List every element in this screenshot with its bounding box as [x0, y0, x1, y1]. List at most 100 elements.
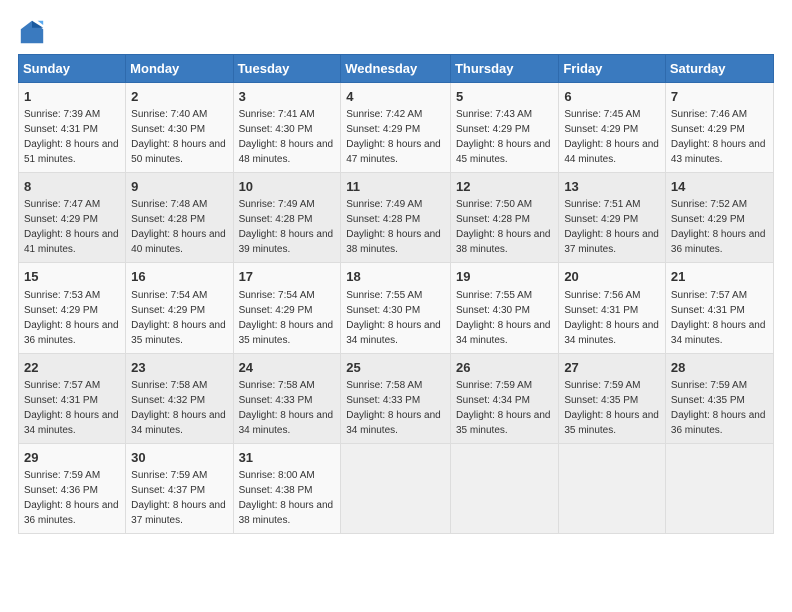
calendar-cell: 5 Sunrise: 7:43 AMSunset: 4:29 PMDayligh… — [450, 83, 558, 173]
day-number: 17 — [239, 268, 336, 286]
day-number: 9 — [131, 178, 227, 196]
day-info: Sunrise: 7:48 AMSunset: 4:28 PMDaylight:… — [131, 199, 226, 255]
day-number: 31 — [239, 449, 336, 467]
calendar-header-friday: Friday — [559, 55, 666, 83]
day-number: 6 — [564, 88, 660, 106]
day-number: 3 — [239, 88, 336, 106]
day-number: 15 — [24, 268, 120, 286]
calendar-table: SundayMondayTuesdayWednesdayThursdayFrid… — [18, 54, 774, 534]
calendar-cell: 17 Sunrise: 7:54 AMSunset: 4:29 PMDaylig… — [233, 263, 341, 353]
header — [18, 18, 774, 46]
calendar-cell: 9 Sunrise: 7:48 AMSunset: 4:28 PMDayligh… — [126, 173, 233, 263]
day-info: Sunrise: 7:42 AMSunset: 4:29 PMDaylight:… — [346, 109, 441, 165]
day-number: 26 — [456, 359, 553, 377]
day-info: Sunrise: 7:59 AMSunset: 4:34 PMDaylight:… — [456, 380, 551, 436]
calendar-week-5: 29 Sunrise: 7:59 AMSunset: 4:36 PMDaylig… — [19, 443, 774, 533]
day-info: Sunrise: 7:54 AMSunset: 4:29 PMDaylight:… — [239, 290, 334, 346]
calendar-cell: 24 Sunrise: 7:58 AMSunset: 4:33 PMDaylig… — [233, 353, 341, 443]
day-info: Sunrise: 7:58 AMSunset: 4:33 PMDaylight:… — [239, 380, 334, 436]
calendar-week-4: 22 Sunrise: 7:57 AMSunset: 4:31 PMDaylig… — [19, 353, 774, 443]
calendar-cell: 8 Sunrise: 7:47 AMSunset: 4:29 PMDayligh… — [19, 173, 126, 263]
page: SundayMondayTuesdayWednesdayThursdayFrid… — [0, 0, 792, 612]
calendar-header-thursday: Thursday — [450, 55, 558, 83]
calendar-cell: 15 Sunrise: 7:53 AMSunset: 4:29 PMDaylig… — [19, 263, 126, 353]
calendar-header-row: SundayMondayTuesdayWednesdayThursdayFrid… — [19, 55, 774, 83]
calendar-cell: 13 Sunrise: 7:51 AMSunset: 4:29 PMDaylig… — [559, 173, 666, 263]
day-info: Sunrise: 7:40 AMSunset: 4:30 PMDaylight:… — [131, 109, 226, 165]
calendar-header-saturday: Saturday — [665, 55, 773, 83]
day-info: Sunrise: 7:59 AMSunset: 4:35 PMDaylight:… — [671, 380, 766, 436]
calendar-cell — [559, 443, 666, 533]
day-number: 24 — [239, 359, 336, 377]
day-info: Sunrise: 7:59 AMSunset: 4:35 PMDaylight:… — [564, 380, 659, 436]
calendar-cell: 3 Sunrise: 7:41 AMSunset: 4:30 PMDayligh… — [233, 83, 341, 173]
calendar-cell: 27 Sunrise: 7:59 AMSunset: 4:35 PMDaylig… — [559, 353, 666, 443]
day-number: 27 — [564, 359, 660, 377]
day-number: 29 — [24, 449, 120, 467]
calendar-cell: 31 Sunrise: 8:00 AMSunset: 4:38 PMDaylig… — [233, 443, 341, 533]
day-info: Sunrise: 7:59 AMSunset: 4:37 PMDaylight:… — [131, 470, 226, 526]
calendar-cell: 12 Sunrise: 7:50 AMSunset: 4:28 PMDaylig… — [450, 173, 558, 263]
day-number: 14 — [671, 178, 768, 196]
day-info: Sunrise: 7:59 AMSunset: 4:36 PMDaylight:… — [24, 470, 119, 526]
calendar-cell: 21 Sunrise: 7:57 AMSunset: 4:31 PMDaylig… — [665, 263, 773, 353]
day-number: 4 — [346, 88, 445, 106]
calendar-header-sunday: Sunday — [19, 55, 126, 83]
day-info: Sunrise: 7:51 AMSunset: 4:29 PMDaylight:… — [564, 199, 659, 255]
day-info: Sunrise: 7:57 AMSunset: 4:31 PMDaylight:… — [671, 290, 766, 346]
calendar-header-monday: Monday — [126, 55, 233, 83]
logo-icon — [18, 18, 46, 46]
day-info: Sunrise: 7:39 AMSunset: 4:31 PMDaylight:… — [24, 109, 119, 165]
day-info: Sunrise: 7:57 AMSunset: 4:31 PMDaylight:… — [24, 380, 119, 436]
day-info: Sunrise: 7:49 AMSunset: 4:28 PMDaylight:… — [239, 199, 334, 255]
day-number: 11 — [346, 178, 445, 196]
day-number: 1 — [24, 88, 120, 106]
calendar-cell: 28 Sunrise: 7:59 AMSunset: 4:35 PMDaylig… — [665, 353, 773, 443]
calendar-week-2: 8 Sunrise: 7:47 AMSunset: 4:29 PMDayligh… — [19, 173, 774, 263]
day-number: 20 — [564, 268, 660, 286]
day-number: 28 — [671, 359, 768, 377]
day-number: 18 — [346, 268, 445, 286]
calendar-cell — [341, 443, 451, 533]
calendar-week-3: 15 Sunrise: 7:53 AMSunset: 4:29 PMDaylig… — [19, 263, 774, 353]
calendar-cell: 7 Sunrise: 7:46 AMSunset: 4:29 PMDayligh… — [665, 83, 773, 173]
calendar-cell: 2 Sunrise: 7:40 AMSunset: 4:30 PMDayligh… — [126, 83, 233, 173]
day-info: Sunrise: 7:58 AMSunset: 4:32 PMDaylight:… — [131, 380, 226, 436]
day-number: 10 — [239, 178, 336, 196]
calendar-cell: 29 Sunrise: 7:59 AMSunset: 4:36 PMDaylig… — [19, 443, 126, 533]
calendar-header-wednesday: Wednesday — [341, 55, 451, 83]
day-number: 23 — [131, 359, 227, 377]
day-number: 19 — [456, 268, 553, 286]
day-info: Sunrise: 7:50 AMSunset: 4:28 PMDaylight:… — [456, 199, 551, 255]
calendar-cell — [450, 443, 558, 533]
calendar-cell: 25 Sunrise: 7:58 AMSunset: 4:33 PMDaylig… — [341, 353, 451, 443]
day-number: 12 — [456, 178, 553, 196]
logo — [18, 18, 50, 46]
day-info: Sunrise: 7:43 AMSunset: 4:29 PMDaylight:… — [456, 109, 551, 165]
calendar-cell: 22 Sunrise: 7:57 AMSunset: 4:31 PMDaylig… — [19, 353, 126, 443]
calendar-cell: 11 Sunrise: 7:49 AMSunset: 4:28 PMDaylig… — [341, 173, 451, 263]
calendar-cell: 26 Sunrise: 7:59 AMSunset: 4:34 PMDaylig… — [450, 353, 558, 443]
day-info: Sunrise: 7:46 AMSunset: 4:29 PMDaylight:… — [671, 109, 766, 165]
day-number: 21 — [671, 268, 768, 286]
calendar-cell: 18 Sunrise: 7:55 AMSunset: 4:30 PMDaylig… — [341, 263, 451, 353]
calendar-cell: 16 Sunrise: 7:54 AMSunset: 4:29 PMDaylig… — [126, 263, 233, 353]
calendar-cell: 6 Sunrise: 7:45 AMSunset: 4:29 PMDayligh… — [559, 83, 666, 173]
calendar-cell: 20 Sunrise: 7:56 AMSunset: 4:31 PMDaylig… — [559, 263, 666, 353]
day-number: 2 — [131, 88, 227, 106]
day-number: 16 — [131, 268, 227, 286]
day-number: 30 — [131, 449, 227, 467]
day-number: 25 — [346, 359, 445, 377]
day-info: Sunrise: 7:56 AMSunset: 4:31 PMDaylight:… — [564, 290, 659, 346]
calendar-cell: 19 Sunrise: 7:55 AMSunset: 4:30 PMDaylig… — [450, 263, 558, 353]
calendar-cell: 1 Sunrise: 7:39 AMSunset: 4:31 PMDayligh… — [19, 83, 126, 173]
day-info: Sunrise: 8:00 AMSunset: 4:38 PMDaylight:… — [239, 470, 334, 526]
day-number: 8 — [24, 178, 120, 196]
calendar-cell: 14 Sunrise: 7:52 AMSunset: 4:29 PMDaylig… — [665, 173, 773, 263]
calendar-week-1: 1 Sunrise: 7:39 AMSunset: 4:31 PMDayligh… — [19, 83, 774, 173]
calendar-cell: 23 Sunrise: 7:58 AMSunset: 4:32 PMDaylig… — [126, 353, 233, 443]
calendar-cell: 4 Sunrise: 7:42 AMSunset: 4:29 PMDayligh… — [341, 83, 451, 173]
calendar-cell: 10 Sunrise: 7:49 AMSunset: 4:28 PMDaylig… — [233, 173, 341, 263]
day-number: 5 — [456, 88, 553, 106]
day-number: 7 — [671, 88, 768, 106]
